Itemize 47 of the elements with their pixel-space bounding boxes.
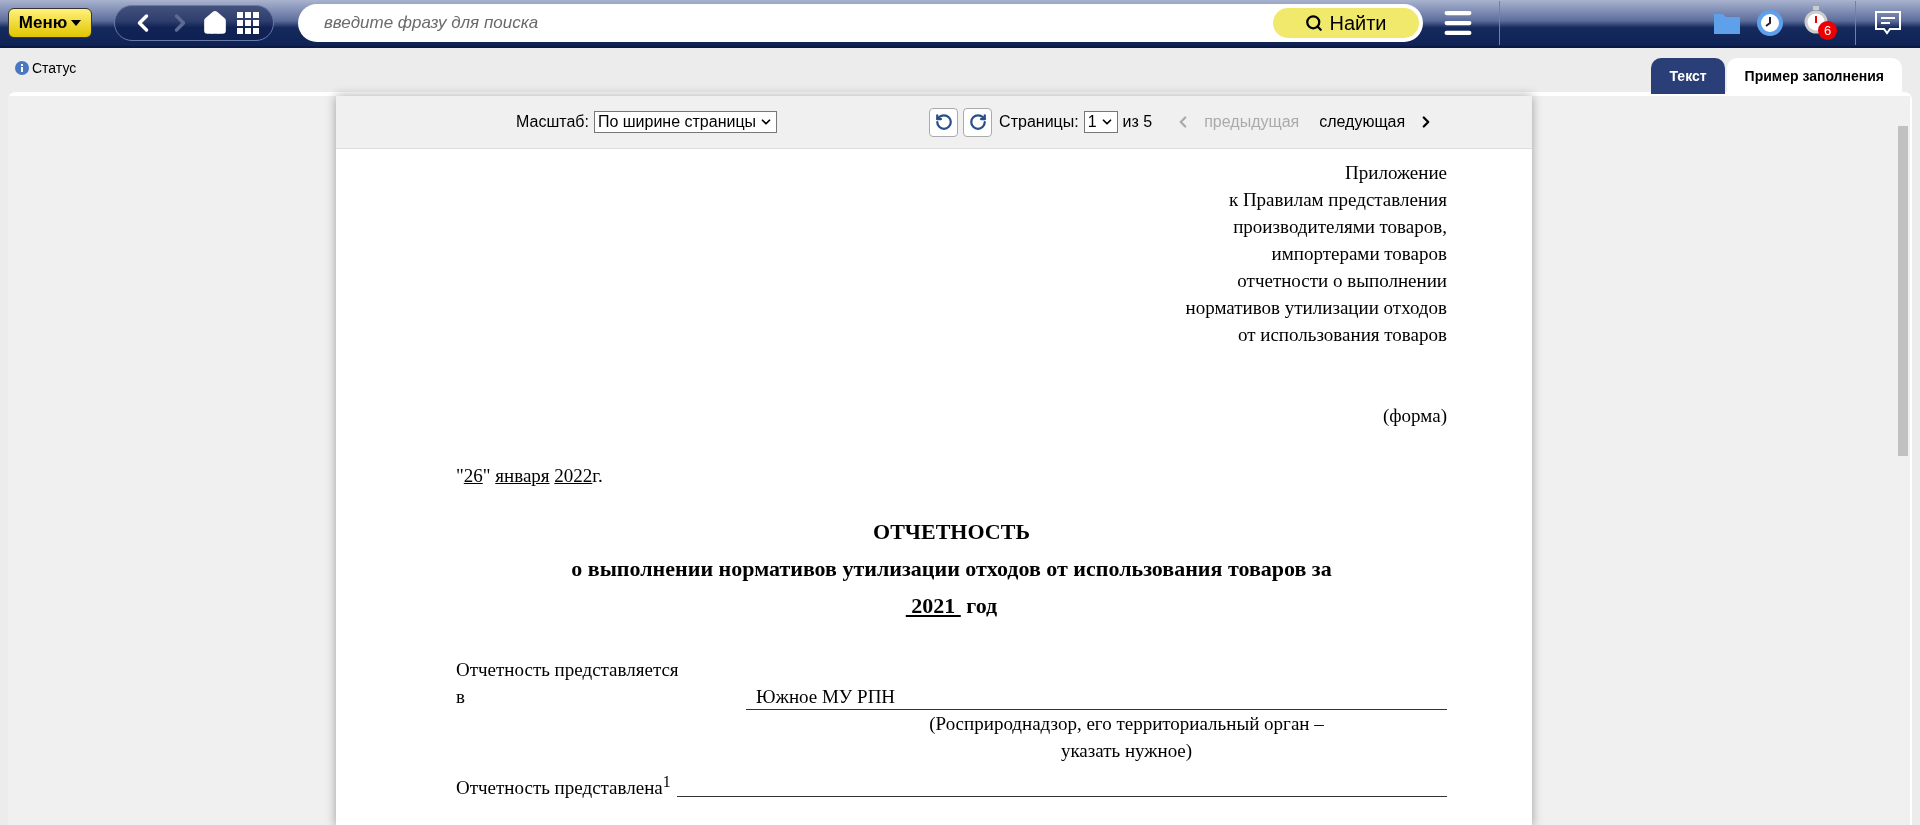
page-total: из 5: [1122, 113, 1153, 131]
grid-icon: [236, 12, 259, 34]
recipient-value: Южное МУ РПН: [746, 684, 1447, 710]
rotate-right-button[interactable]: [963, 107, 993, 137]
tab[interactable]: Текст: [1651, 58, 1725, 94]
appendix-line: нормативов утилизации отходов: [1185, 296, 1447, 320]
home-icon: [202, 10, 229, 36]
notification-badge: 6: [1818, 21, 1837, 40]
page-select[interactable]: 1: [1083, 111, 1118, 133]
stopwatch-button[interactable]: 6: [1803, 6, 1837, 40]
home-button[interactable]: [202, 10, 229, 36]
appendix-line: Приложение: [1345, 161, 1447, 185]
document-subtitle: о выполнении нормативов утилизации отходов от использования товаров за: [570, 555, 1333, 583]
apps-button[interactable]: [236, 12, 259, 34]
rotate-right-icon: [968, 113, 987, 131]
field-caption: (Росприроднадзор, его территориальный орган –: [928, 712, 1325, 736]
scrollbar[interactable]: [1896, 96, 1910, 825]
status-link[interactable]: Статус: [15, 60, 77, 76]
folder-icon[interactable]: [1713, 11, 1741, 35]
info-icon: [15, 61, 29, 75]
rotate-left-icon: [934, 113, 953, 131]
next-page-button[interactable]: следующая: [1319, 113, 1436, 131]
search-field[interactable]: введите фразу для поиска Найти: [298, 4, 1423, 42]
document-date: "26" января 2022г.: [456, 464, 604, 488]
tab[interactable]: Пример заполнения: [1726, 58, 1902, 94]
message-icon[interactable]: [1874, 9, 1902, 37]
document-title: ОТЧЕТНОСТЬ: [872, 518, 1031, 546]
zoom-select[interactable]: По ширине страницы: [593, 111, 778, 133]
field-label: Отчетность представляется: [456, 658, 680, 682]
zoom-label: Масштаб:: [516, 113, 589, 131]
menu-button[interactable]: Меню: [8, 8, 92, 38]
field-label: в: [456, 685, 466, 709]
rotate-left-button[interactable]: [929, 107, 959, 137]
appendix-line: импортерами товаров: [1271, 242, 1447, 266]
clock-icon[interactable]: [1757, 9, 1785, 37]
appendix-line: к Правилам представления: [1228, 188, 1447, 212]
field-label: Отчетность представлена$^{1}$: [456, 772, 671, 801]
appendix-line: от использования товаров: [1237, 323, 1447, 347]
appendix-line: отчетности о выполнении: [1237, 269, 1447, 293]
report-year: 2021 год: [910, 592, 999, 620]
field-caption: указать нужное): [1059, 739, 1194, 763]
search-icon: [1305, 14, 1324, 32]
scrollbar-thumb[interactable]: [1898, 126, 1908, 456]
pages-label: Страницы:: [999, 113, 1079, 131]
form-label: (форма): [1383, 404, 1447, 428]
appendix-line: производителями товаров,: [1233, 215, 1447, 239]
search-button[interactable]: Найти: [1273, 8, 1419, 38]
